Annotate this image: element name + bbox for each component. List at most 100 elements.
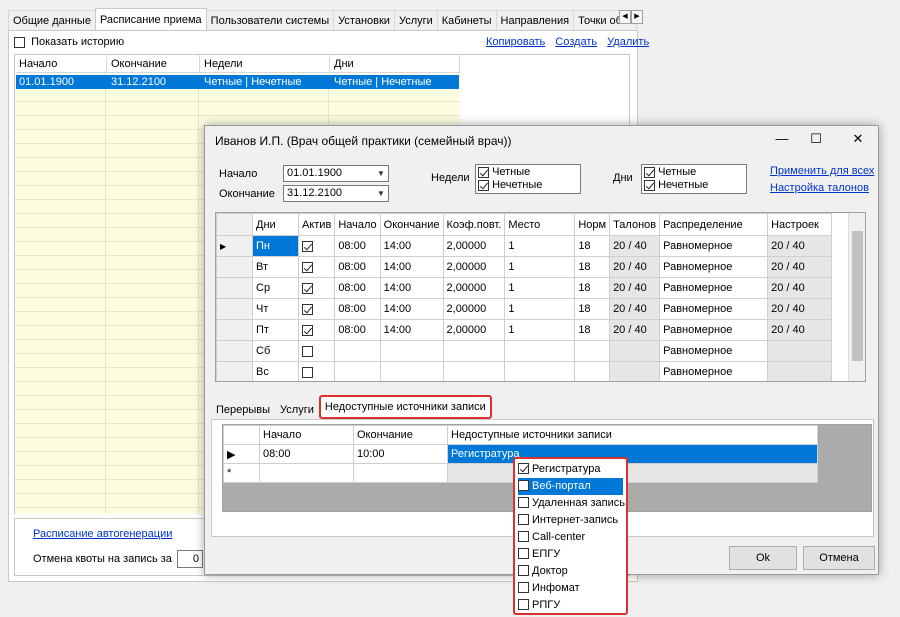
column-header-active[interactable]: Актив <box>297 213 336 236</box>
end-date-field[interactable]: 31.12.2100 ▼ <box>283 185 389 202</box>
days-option[interactable]: Нечетные <box>644 179 744 192</box>
cell-place[interactable]: 1 <box>504 277 576 299</box>
cell-end[interactable] <box>379 361 444 381</box>
cell-distribution[interactable]: Равномерное <box>659 235 769 257</box>
scroll-right-icon[interactable]: ▶ <box>631 10 643 24</box>
cell-start[interactable]: 08:00 <box>334 256 381 278</box>
column-header-distribution[interactable]: Распределение <box>659 213 769 236</box>
cell-day[interactable]: Пн <box>252 235 299 257</box>
cell-norm[interactable] <box>574 340 611 362</box>
delete-link[interactable]: Удалить <box>607 36 649 48</box>
cell-start[interactable] <box>259 463 354 483</box>
source-option[interactable]: Веб-портал <box>518 478 623 495</box>
days-even-checkbox[interactable] <box>644 166 655 178</box>
cell-coef[interactable] <box>442 361 506 381</box>
cell-end[interactable]: 14:00 <box>379 235 444 257</box>
scroll-left-icon[interactable]: ◀ <box>619 10 631 24</box>
cell-tickets[interactable]: 20 / 40 <box>609 319 661 341</box>
cell-end[interactable] <box>353 463 448 483</box>
tab-services[interactable]: Услуги <box>393 10 438 30</box>
column-header-weeks[interactable]: Недели <box>200 55 330 73</box>
maximize-icon[interactable]: ☐ <box>805 130 827 148</box>
active-checkbox[interactable] <box>302 282 313 294</box>
close-icon[interactable]: ✕ <box>847 130 869 148</box>
cell-tickets[interactable] <box>609 361 661 381</box>
cell-active[interactable] <box>297 256 336 278</box>
source-option[interactable]: Интернет-запись <box>518 512 623 529</box>
column-header-settings[interactable]: Настроек <box>767 213 833 236</box>
tab-schedule[interactable]: Расписание приема <box>94 8 207 30</box>
cell-start[interactable]: 08:00 <box>334 319 381 341</box>
cell-coef[interactable]: 2,00000 <box>442 256 506 278</box>
cell-end[interactable]: 14:00 <box>379 277 444 299</box>
cell-tickets[interactable]: 20 / 40 <box>609 235 661 257</box>
cell-distribution[interactable]: Равномерное <box>659 361 769 381</box>
cell-active[interactable] <box>297 235 336 257</box>
cell-place[interactable] <box>504 361 576 381</box>
cell-coef[interactable]: 2,00000 <box>442 235 506 257</box>
cell-settings[interactable] <box>767 340 833 362</box>
scrollbar-thumb[interactable] <box>852 231 863 361</box>
cell-norm[interactable]: 18 <box>574 256 611 278</box>
cell-day[interactable]: Вт <box>252 256 299 278</box>
cell-start[interactable]: 08:00 <box>334 277 381 299</box>
ticket-settings-link[interactable]: Настройка талонов <box>770 182 869 194</box>
cell-start[interactable]: 08:00 <box>259 444 354 464</box>
source-option[interactable]: Инфомат <box>518 580 623 597</box>
source-option[interactable]: Доктор <box>518 563 623 580</box>
source-checkbox[interactable] <box>518 496 529 508</box>
cell-sources[interactable] <box>447 463 818 483</box>
source-checkbox[interactable] <box>518 479 529 491</box>
table-row[interactable]: Вс Равномерное <box>216 361 833 381</box>
cell-settings[interactable]: 20 / 40 <box>767 256 833 278</box>
table-row[interactable]: Чт 08:00 14:00 2,00000 1 18 20 / 40 Равномерное… <box>216 298 833 320</box>
cell-start[interactable] <box>334 340 381 362</box>
cell-end[interactable]: 14:00 <box>379 256 444 278</box>
source-checkbox[interactable] <box>518 581 529 593</box>
tab-unavailable-sources[interactable]: Недоступные источники записи <box>318 395 492 419</box>
column-header-end[interactable]: Окончание <box>353 425 448 445</box>
cell-distribution[interactable]: Равномерное <box>659 298 769 320</box>
active-checkbox[interactable] <box>302 366 313 378</box>
source-option[interactable]: РПГУ <box>518 597 623 614</box>
column-header-start[interactable]: Начало <box>15 55 107 73</box>
source-option[interactable]: Call-center <box>518 529 623 546</box>
cell-day[interactable]: Сб <box>252 340 299 362</box>
cell-norm[interactable]: 18 <box>574 298 611 320</box>
cell-coef[interactable]: 2,00000 <box>442 319 506 341</box>
copy-link[interactable]: Копировать <box>486 36 545 48</box>
cell-day[interactable]: Вс <box>252 361 299 381</box>
cell-settings[interactable]: 20 / 40 <box>767 235 833 257</box>
column-header-place[interactable]: Место <box>504 213 576 236</box>
cell-settings[interactable]: 20 / 40 <box>767 298 833 320</box>
cell-coef[interactable]: 2,00000 <box>442 277 506 299</box>
column-header-tickets[interactable]: Талонов <box>609 213 661 236</box>
active-checkbox[interactable] <box>302 345 313 357</box>
column-header-end[interactable]: Окончание <box>107 55 200 73</box>
cell-end[interactable]: 10:00 <box>353 444 448 464</box>
table-row[interactable]: Ср 08:00 14:00 2,00000 1 18 20 / 40 Равномерное… <box>216 277 833 299</box>
ok-button[interactable]: Ok <box>729 546 797 570</box>
cell-tickets[interactable]: 20 / 40 <box>609 298 661 320</box>
cell-start[interactable]: 08:00 <box>334 235 381 257</box>
cell-day[interactable]: Ср <box>252 277 299 299</box>
tab-cabinets[interactable]: Кабинеты <box>436 10 497 30</box>
cell-settings[interactable]: 20 / 40 <box>767 319 833 341</box>
cell-active[interactable] <box>297 319 336 341</box>
source-checkbox[interactable] <box>518 547 529 559</box>
cancel-button[interactable]: Отмена <box>803 546 875 570</box>
cell-tickets[interactable] <box>609 340 661 362</box>
cell-distribution[interactable]: Равномерное <box>659 340 769 362</box>
cell-start[interactable] <box>334 361 381 381</box>
column-header-start[interactable]: Начало <box>259 425 354 445</box>
cell-distribution[interactable]: Равномерное <box>659 277 769 299</box>
show-history-toggle[interactable]: Показать историю <box>14 36 124 48</box>
cell-start[interactable]: 08:00 <box>334 298 381 320</box>
column-header-end[interactable]: Окончание <box>379 213 444 236</box>
source-checkbox[interactable] <box>518 598 529 610</box>
source-checkbox[interactable] <box>518 462 529 474</box>
cell-end[interactable]: 14:00 <box>379 319 444 341</box>
weeks-option[interactable]: Четные <box>478 166 578 179</box>
table-row[interactable]: ▶ Пн 08:00 14:00 2,00000 1 18 20 / 40 Равномерно… <box>216 235 833 257</box>
cell-day[interactable]: Чт <box>252 298 299 320</box>
